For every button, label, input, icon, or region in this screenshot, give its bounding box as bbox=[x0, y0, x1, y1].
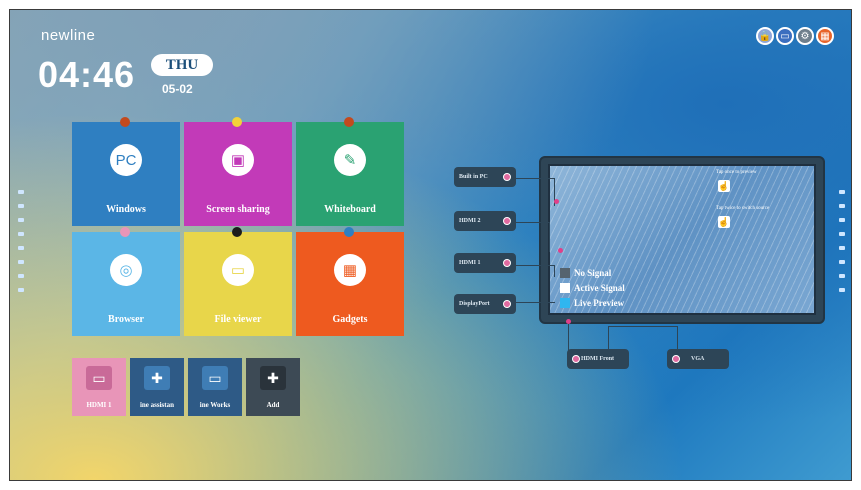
hint-preview: Tap once to preview bbox=[716, 170, 757, 175]
legend-label: Live Preview bbox=[574, 298, 625, 308]
tile-screen-sharing[interactable]: ▣ Screen sharing bbox=[184, 117, 292, 226]
legend-swatch bbox=[560, 298, 570, 308]
connector-line bbox=[515, 178, 555, 206]
port-indicator bbox=[572, 355, 580, 363]
date-label: 05-02 bbox=[162, 82, 193, 96]
pc-icon: PC bbox=[110, 144, 142, 176]
tile-label: Whiteboard bbox=[324, 204, 376, 215]
tile-label: Browser bbox=[108, 314, 144, 325]
pen-icon: ✎ bbox=[334, 144, 366, 176]
connector-line bbox=[515, 222, 550, 252]
port-label: DisplayPort bbox=[459, 301, 490, 307]
port-label: HDMI 2 bbox=[459, 218, 481, 224]
tile-browser[interactable]: ◎ Browser bbox=[72, 227, 180, 336]
port-indicator bbox=[503, 259, 511, 267]
hdmi-icon: ▭ bbox=[86, 366, 112, 390]
connector-line bbox=[568, 324, 569, 352]
port-indicator bbox=[503, 173, 511, 181]
port-label: HDMI 1 bbox=[459, 260, 481, 266]
legend-label: No Signal bbox=[574, 268, 612, 278]
signal-source-icon[interactable]: ▦ bbox=[816, 27, 834, 45]
shortcut-label: Add bbox=[266, 401, 280, 409]
hint-switch: Tap twice to switch source bbox=[716, 206, 770, 211]
port-built-in-pc[interactable]: Built in PC bbox=[454, 167, 516, 187]
tile-file-viewer[interactable]: ▭ File viewer bbox=[184, 227, 292, 336]
shortcut-label: ine Works bbox=[199, 401, 231, 409]
gear-icon[interactable]: ⚙ bbox=[796, 27, 814, 45]
tile-gadgets[interactable]: ▦ Gadgets bbox=[296, 227, 404, 336]
plus-icon: ✚ bbox=[144, 366, 170, 390]
port-displayport[interactable]: DisplayPort bbox=[454, 294, 516, 314]
tap-hand-icon: ☝ bbox=[718, 216, 730, 228]
connector-line bbox=[515, 273, 555, 303]
shortcut-label: ine assistan bbox=[139, 401, 175, 409]
pin-icon bbox=[120, 117, 130, 127]
legend-swatch bbox=[560, 268, 570, 278]
pin-icon bbox=[344, 227, 354, 237]
signal-dot bbox=[554, 199, 559, 204]
tile-label: Windows bbox=[106, 204, 146, 215]
clock-time: 04:46 bbox=[38, 54, 136, 95]
shortcut-hdmi1[interactable]: ▭ HDMI 1 bbox=[72, 358, 126, 416]
right-side-toolbar[interactable] bbox=[839, 190, 845, 292]
home-screen: newline 04:46 THU 05-02 🔒 ▭ ⚙ ▦ PC Windo… bbox=[9, 9, 852, 481]
grid-icon: ▦ bbox=[334, 254, 366, 286]
port-indicator bbox=[503, 300, 511, 308]
tile-whiteboard[interactable]: ✎ Whiteboard bbox=[296, 117, 404, 226]
pin-icon bbox=[344, 117, 354, 127]
shortcut-add[interactable]: ✚ Add bbox=[246, 358, 300, 416]
tile-label: File viewer bbox=[214, 314, 262, 325]
port-indicator bbox=[672, 355, 680, 363]
pin-icon bbox=[120, 227, 130, 237]
port-hdmi2[interactable]: HDMI 2 bbox=[454, 211, 516, 231]
port-vga[interactable]: VGA bbox=[667, 349, 729, 369]
signal-dot bbox=[558, 248, 563, 253]
add-icon: ✚ bbox=[260, 366, 286, 390]
day-badge: THU bbox=[151, 54, 213, 76]
port-label: HDMI Front bbox=[581, 356, 615, 362]
tile-label: Gadgets bbox=[332, 314, 368, 325]
legend-live-preview: Live Preview bbox=[560, 298, 624, 308]
port-label: VGA bbox=[691, 356, 705, 362]
tile-label: Screen sharing bbox=[206, 204, 270, 215]
pin-icon bbox=[232, 227, 242, 237]
globe-icon: ◎ bbox=[110, 254, 142, 286]
port-hdmi-front[interactable]: HDMI Front bbox=[567, 349, 629, 369]
port-indicator bbox=[503, 217, 511, 225]
signal-dot bbox=[566, 319, 571, 324]
monitor-icon[interactable]: ▭ bbox=[776, 27, 794, 45]
chart-icon: ▭ bbox=[202, 366, 228, 390]
brand-logo: newline bbox=[41, 27, 96, 44]
legend-no-signal: No Signal bbox=[560, 268, 611, 278]
legend-swatch bbox=[560, 283, 570, 293]
legend-label: Active Signal bbox=[574, 283, 625, 293]
shortcut-line-assistant[interactable]: ✚ ine assistan bbox=[130, 358, 184, 416]
shortcut-line-works[interactable]: ▭ ine Works bbox=[188, 358, 242, 416]
port-label: Built in PC bbox=[459, 174, 488, 180]
pin-icon bbox=[232, 117, 242, 127]
port-hdmi1[interactable]: HDMI 1 bbox=[454, 253, 516, 273]
tile-windows[interactable]: PC Windows bbox=[72, 117, 180, 226]
tap-hand-icon: ☝ bbox=[718, 180, 730, 192]
screen-share-icon: ▣ bbox=[222, 144, 254, 176]
left-side-toolbar[interactable] bbox=[18, 190, 24, 292]
legend-active-signal: Active Signal bbox=[560, 283, 625, 293]
folder-icon: ▭ bbox=[222, 254, 254, 286]
lock-icon[interactable]: 🔒 bbox=[756, 27, 774, 45]
shortcut-label: HDMI 1 bbox=[86, 401, 112, 409]
